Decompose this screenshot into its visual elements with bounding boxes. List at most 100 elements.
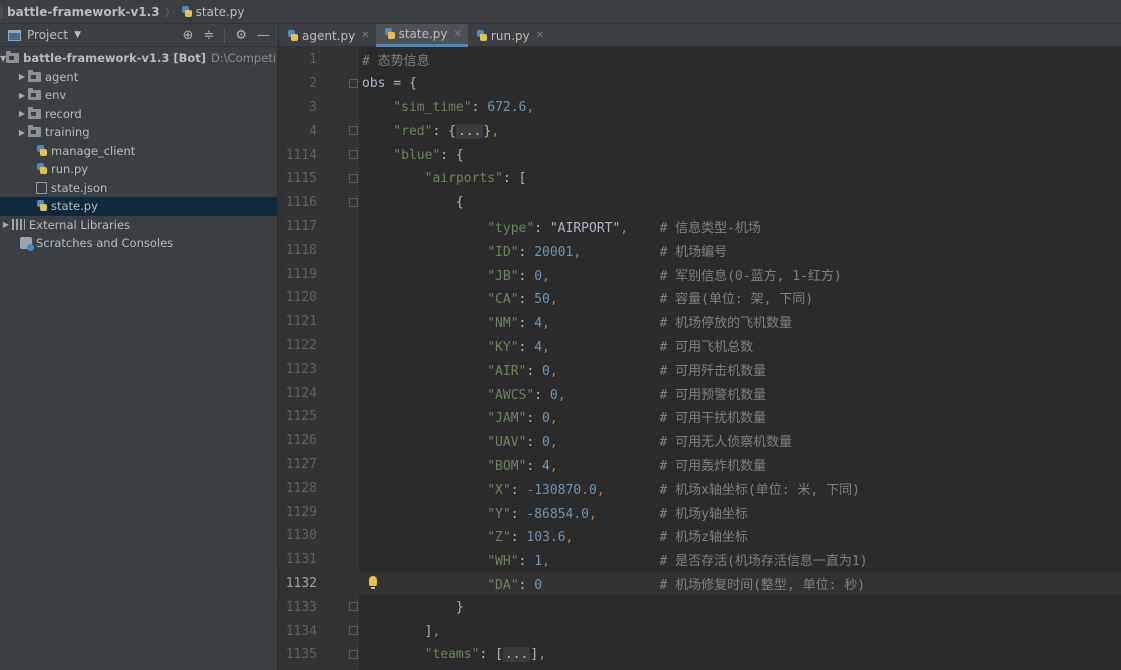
close-icon[interactable]: ✕ <box>454 29 462 40</box>
line-number: 1115 <box>285 171 317 187</box>
code-text: { <box>362 195 464 211</box>
code-text: } <box>362 599 464 615</box>
fold-marker-icon[interactable] <box>349 174 358 183</box>
code-line[interactable]: 1124 "AWCS": 0, # 可用预警机数量 <box>279 381 1121 405</box>
code-line[interactable]: 1135 "teams": [...], <box>279 643 1121 667</box>
code-line[interactable]: 1128 "X": -130870.0, # 机场x轴坐标(单位: 米, 下同) <box>279 476 1121 500</box>
close-icon[interactable]: ✕ <box>536 30 544 41</box>
code-line[interactable]: 1134 ], <box>279 619 1121 643</box>
folder-icon <box>6 51 20 64</box>
tree-root[interactable]: ▼ battle-framework-v1.3 [Bot] D:\Competi… <box>0 49 277 68</box>
folder-icon <box>28 69 41 82</box>
code-line[interactable]: 1118 "ID": 20001, # 机场编号 <box>279 238 1121 262</box>
line-number: 1133 <box>285 599 317 615</box>
line-number: 4 <box>309 123 317 139</box>
code-text: "WH": 1, # 是否存活(机场存活信息一直为1) <box>487 554 868 570</box>
code-line[interactable]: 3 "sim_time": 672.6, <box>279 96 1121 120</box>
code-text: "DA": 0 # 机场修复时间(整型, 单位: 秒) <box>487 577 866 593</box>
fold-marker-icon[interactable] <box>349 126 358 136</box>
line-number: 1 <box>309 52 317 68</box>
tab-label: run.py <box>490 28 530 43</box>
python-file-icon <box>181 5 193 18</box>
line-number: 1124 <box>285 385 317 401</box>
code-line[interactable]: 1122 "KY": 4, # 可用飞机总数 <box>279 334 1121 358</box>
code-line[interactable]: 1116 { <box>279 191 1121 215</box>
fold-marker-icon[interactable] <box>349 650 358 659</box>
code-line[interactable]: 2 obs = { <box>279 72 1121 96</box>
minimize-icon[interactable]: — <box>257 28 270 43</box>
scratches-icon <box>20 237 34 252</box>
tree-item-run-py[interactable]: run.py <box>0 160 277 179</box>
tab-state-py[interactable]: state.py ✕ <box>375 24 468 47</box>
code-text: "JB": 0, # 军别信息(0-蓝方, 1-红方) <box>487 268 842 284</box>
code-line[interactable]: 1117 "type": "AIRPORT", # 信息类型-机场 <box>279 215 1121 239</box>
expand-right-icon[interactable]: ▶ <box>16 91 28 100</box>
fold-marker-icon[interactable] <box>349 150 358 160</box>
tree-root-name: battle-framework-v1.3 [Bot] <box>23 51 207 66</box>
code-line[interactable]: 1119 "JB": 0, # 军别信息(0-蓝方, 1-红方) <box>279 262 1121 286</box>
locate-file-icon[interactable]: ⊕ <box>183 28 194 43</box>
code-text: "airports": [ <box>424 171 527 187</box>
line-number: 1125 <box>285 409 317 425</box>
expand-right-icon[interactable]: ▶ <box>0 220 12 229</box>
tree-item-record[interactable]: ▶ record <box>0 105 277 124</box>
code-text: "UAV": 0, # 可用无人侦察机数量 <box>487 435 793 451</box>
gear-icon[interactable]: ⚙ <box>235 28 247 43</box>
code-line[interactable]: 1127 "BOM": 4, # 可用轰炸机数量 <box>279 453 1121 477</box>
tree-item-label: training <box>45 125 90 140</box>
code-line[interactable]: 1123 "AIR": 0, # 可用歼击机数量 <box>279 357 1121 381</box>
code-line[interactable]: 1125 "JAM": 0, # 可用干扰机数量 <box>279 405 1121 429</box>
code-line[interactable]: 1129 "Y": -86854.0, # 机场y轴坐标 <box>279 500 1121 524</box>
tree-item-label: Scratches and Consoles <box>36 236 174 251</box>
line-number: 1120 <box>285 290 317 306</box>
expand-right-icon[interactable]: ▶ <box>16 109 28 118</box>
tab-agent-py[interactable]: agent.py ✕ <box>279 24 376 47</box>
code-line[interactable]: 1133 } <box>279 595 1121 619</box>
expand-right-icon[interactable]: ▶ <box>16 72 28 81</box>
tree-item-env[interactable]: ▶ env <box>0 86 277 105</box>
toolbar-divider <box>224 28 226 43</box>
line-number: 1126 <box>285 433 317 449</box>
code-line[interactable]: 1130 "Z": 103.6, # 机场z轴坐标 <box>279 524 1121 548</box>
fold-marker-icon[interactable] <box>349 626 358 636</box>
code-line[interactable]: 1132 "DA": 0 # 机场修复时间(整型, 单位: 秒) <box>279 571 1121 596</box>
folder-icon <box>28 88 41 101</box>
navigation-bar: battle-framework-v1.3 〉 state.py <box>0 0 1121 24</box>
code-line[interactable]: 1131 "WH": 1, # 是否存活(机场存活信息一直为1) <box>279 548 1121 572</box>
tree-item-agent[interactable]: ▶ agent <box>0 68 277 87</box>
breadcrumb-file[interactable]: state.py <box>181 5 245 19</box>
tree-item-training[interactable]: ▶ training <box>0 123 277 142</box>
tree-item-state-py[interactable]: state.py <box>0 197 277 216</box>
fold-marker-icon[interactable] <box>349 602 358 612</box>
fold-marker-icon[interactable] <box>349 197 358 207</box>
tree-item-manage-client[interactable]: manage_client <box>0 142 277 161</box>
line-number: 1135 <box>285 647 317 663</box>
json-file-icon <box>36 181 47 194</box>
tree-item-external-libraries[interactable]: ▶ External Libraries <box>0 216 277 235</box>
project-view-selector[interactable]: Project ▼ <box>0 28 81 42</box>
close-icon[interactable]: ✕ <box>361 30 369 41</box>
code-text: "CA": 50, # 容量(单位: 架, 下同) <box>487 292 814 308</box>
code-line[interactable]: 1121 "NM": 4, # 机场停放的飞机数量 <box>279 310 1121 334</box>
collapse-all-icon[interactable]: ≑ <box>203 28 214 43</box>
tree-item-state-json[interactable]: state.json <box>0 179 277 198</box>
tree-item-label: run.py <box>51 162 89 177</box>
python-file-icon <box>476 29 488 42</box>
fold-marker-icon[interactable] <box>349 78 358 88</box>
code-line[interactable]: 1115 "airports": [ <box>279 167 1121 191</box>
code-line[interactable]: 1126 "UAV": 0, # 可用无人侦察机数量 <box>279 429 1121 453</box>
breadcrumb-project[interactable]: battle-framework-v1.3 <box>0 4 160 19</box>
folder-icon <box>28 106 41 119</box>
code-line[interactable]: 1 # 态势信息 <box>279 48 1121 72</box>
code-line[interactable]: 4 "red": {...}, <box>279 119 1121 143</box>
code-text: "sim_time": 672.6, <box>393 99 535 115</box>
line-number: 1132 <box>285 575 317 591</box>
code-line[interactable]: 1114 "blue": { <box>279 143 1121 167</box>
tree-item-scratches[interactable]: Scratches and Consoles <box>0 234 277 253</box>
line-number: 1118 <box>285 242 317 258</box>
code-line[interactable]: 1120 "CA": 50, # 容量(单位: 架, 下同) <box>279 286 1121 310</box>
tree-item-label: record <box>45 106 82 121</box>
expand-right-icon[interactable]: ▶ <box>16 128 28 137</box>
tab-run-py[interactable]: run.py ✕ <box>468 24 550 47</box>
tab-label: state.py <box>398 27 448 41</box>
